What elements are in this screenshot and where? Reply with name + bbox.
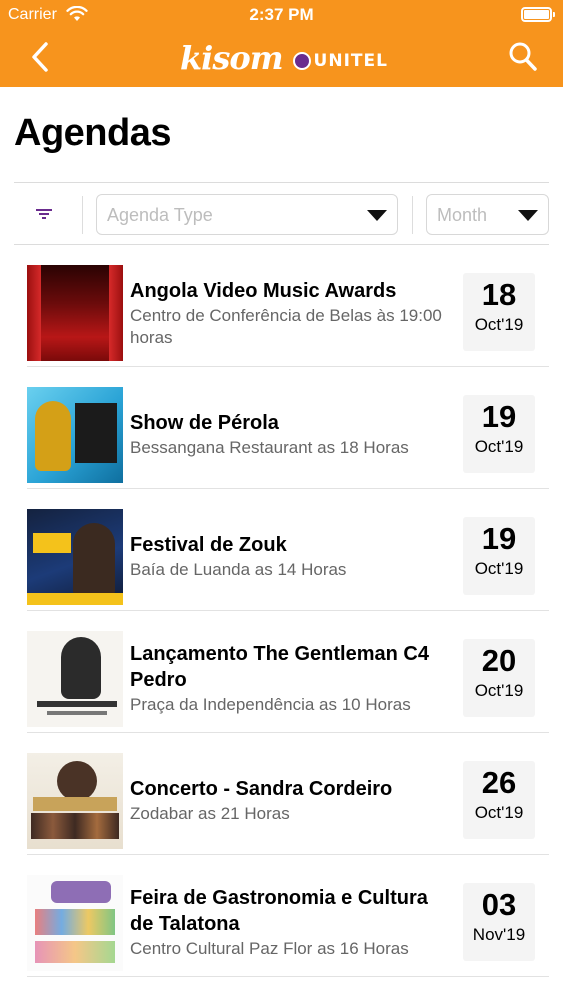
event-month: Oct'19 bbox=[474, 681, 524, 700]
event-month: Oct'19 bbox=[474, 315, 524, 334]
event-day: 19 bbox=[481, 399, 517, 434]
agenda-type-placeholder: Agenda Type bbox=[107, 205, 213, 225]
event-date: 20 Oct'19 bbox=[463, 639, 535, 717]
event-day: 19 bbox=[481, 521, 517, 556]
filter-divider bbox=[82, 196, 83, 234]
event-venue: Baía de Luanda as 14 Horas bbox=[130, 560, 347, 579]
event-month: Oct'19 bbox=[474, 803, 524, 822]
event-poster-image bbox=[27, 509, 123, 605]
status-time: 2:37 PM bbox=[249, 5, 314, 24]
agenda-type-select[interactable]: Agenda Type bbox=[96, 194, 398, 235]
event-day: 26 bbox=[481, 765, 517, 800]
month-select[interactable]: Month bbox=[426, 194, 549, 235]
event-title: Festival de Zouk bbox=[130, 534, 287, 556]
event-venue: Bessangana Restaurant as 18 Horas bbox=[130, 438, 409, 457]
event-text: Feira de Gastronomia e Cultura de Talato… bbox=[130, 885, 448, 960]
battery-icon bbox=[521, 7, 555, 22]
event-item[interactable]: Feira de Gastronomia e Cultura de Talato… bbox=[0, 855, 563, 977]
event-item[interactable]: Show de Pérola Bessangana Restaurant as … bbox=[0, 367, 563, 489]
event-text: Angola Video Music Awards Centro de Conf… bbox=[130, 278, 448, 349]
event-text: Show de Pérola Bessangana Restaurant as … bbox=[130, 410, 448, 459]
row-divider bbox=[27, 976, 549, 977]
unitel-logo-icon bbox=[292, 52, 311, 70]
event-date: 03 Nov'19 bbox=[463, 883, 535, 961]
event-text: Festival de Zouk Baía de Luanda as 14 Ho… bbox=[130, 532, 448, 581]
event-day: 03 bbox=[481, 887, 517, 922]
event-title: Concerto - Sandra Cordeiro bbox=[130, 778, 393, 800]
event-item[interactable]: Festival de Zouk Baía de Luanda as 14 Ho… bbox=[0, 489, 563, 611]
event-month: Oct'19 bbox=[474, 437, 524, 456]
event-text: Lançamento The Gentleman C4 Pedro Praça … bbox=[130, 641, 448, 716]
event-date: 26 Oct'19 bbox=[463, 761, 535, 839]
status-bar: Carrier 2:37 PM bbox=[0, 0, 563, 30]
event-title: Show de Pérola bbox=[130, 412, 279, 434]
event-title: Angola Video Music Awards bbox=[130, 280, 397, 302]
event-day: 20 bbox=[481, 643, 517, 678]
logo-kisom-text: kisom bbox=[180, 39, 284, 77]
page-title: Agendas bbox=[14, 112, 171, 154]
event-month: Nov'19 bbox=[472, 925, 526, 944]
event-poster-image bbox=[27, 631, 123, 727]
filter-icon[interactable] bbox=[34, 205, 54, 223]
event-venue: Centro de Conferência de Belas às 19:00 … bbox=[130, 306, 442, 347]
event-text: Concerto - Sandra Cordeiro Zodabar as 21… bbox=[130, 776, 448, 825]
event-title: Feira de Gastronomia e Cultura de Talato… bbox=[130, 887, 428, 935]
event-title: Lançamento The Gentleman C4 Pedro bbox=[130, 643, 429, 691]
event-venue: Centro Cultural Paz Flor as 16 Horas bbox=[130, 939, 409, 958]
event-month: Oct'19 bbox=[474, 559, 524, 578]
filter-divider bbox=[412, 196, 413, 234]
event-venue: Praça da Independência as 10 Horas bbox=[130, 695, 411, 714]
event-poster-image bbox=[27, 753, 123, 849]
event-poster-image bbox=[27, 875, 123, 971]
event-poster-image bbox=[27, 387, 123, 483]
event-day: 18 bbox=[481, 277, 517, 312]
search-icon[interactable] bbox=[507, 40, 539, 74]
event-item[interactable]: Lançamento The Gentleman C4 Pedro Praça … bbox=[0, 611, 563, 733]
month-placeholder: Month bbox=[437, 205, 488, 225]
filter-bar: Agenda Type Month bbox=[14, 182, 549, 245]
event-date: 18 Oct'19 bbox=[463, 273, 535, 351]
event-venue: Zodabar as 21 Horas bbox=[130, 804, 290, 823]
event-item[interactable]: Angola Video Music Awards Centro de Conf… bbox=[0, 245, 563, 367]
chevron-left-icon[interactable] bbox=[26, 40, 56, 74]
app-logo: kisom UNITEL bbox=[180, 38, 388, 78]
navigation-bar: Carrier 2:37 PM kisom UNITEL bbox=[0, 0, 563, 87]
event-date: 19 Oct'19 bbox=[463, 517, 535, 595]
event-date: 19 Oct'19 bbox=[463, 395, 535, 473]
chevron-down-icon bbox=[367, 210, 387, 221]
logo-unitel-text: UNITEL bbox=[313, 51, 388, 71]
event-item[interactable]: Concerto - Sandra Cordeiro Zodabar as 21… bbox=[0, 733, 563, 855]
event-poster-image bbox=[27, 265, 123, 361]
chevron-down-icon bbox=[518, 210, 538, 221]
